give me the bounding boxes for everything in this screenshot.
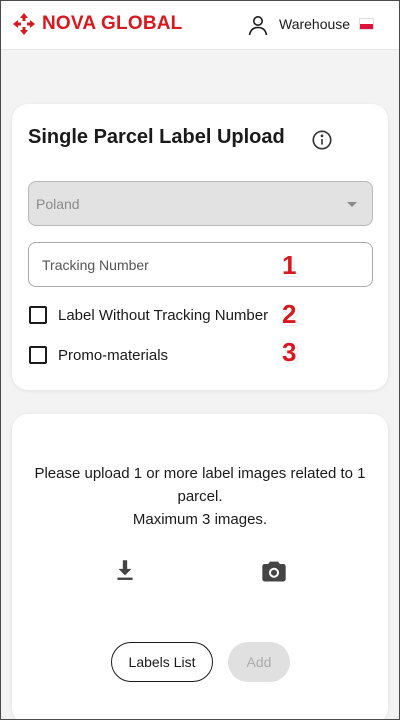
single-parcel-form-card: Single Parcel Label Upload Poland Label … — [12, 104, 388, 390]
add-button[interactable]: Add — [228, 642, 290, 682]
nova-logo-icon — [13, 13, 35, 35]
label-without-tracking-row[interactable]: Label Without Tracking Number — [29, 305, 268, 325]
user-role-label[interactable]: Warehouse — [279, 16, 350, 32]
annotation-marker-2: 2 — [282, 299, 297, 329]
label-without-tracking-checkbox[interactable] — [29, 306, 47, 324]
download-icon[interactable] — [112, 557, 138, 583]
upload-instructions: Please upload 1 or more label images rel… — [12, 462, 388, 531]
promo-materials-row[interactable]: Promo-materials — [29, 345, 168, 365]
label-upload-card: Please upload 1 or more label images rel… — [12, 414, 388, 720]
brand-logo[interactable]: NOVA GLOBAL — [12, 12, 182, 36]
user-icon[interactable] — [246, 13, 270, 37]
annotation-marker-1: 1 — [282, 250, 297, 280]
labels-list-button[interactable]: Labels List — [111, 642, 213, 682]
country-select[interactable]: Poland — [28, 181, 373, 226]
label-without-tracking-label[interactable]: Label Without Tracking Number — [58, 307, 268, 324]
pl-flag-icon[interactable] — [359, 18, 374, 30]
tracking-number-input[interactable] — [28, 242, 373, 287]
app-header: NOVA GLOBAL Warehouse — [0, 0, 400, 50]
annotation-marker-3: 3 — [282, 337, 297, 367]
country-select-value: Poland — [36, 196, 80, 212]
brand-name: NOVA GLOBAL — [42, 13, 183, 34]
chevron-down-icon — [347, 202, 357, 207]
promo-materials-checkbox[interactable] — [29, 346, 47, 364]
camera-icon[interactable] — [260, 557, 288, 585]
page-title: Single Parcel Label Upload — [28, 126, 285, 148]
info-icon[interactable] — [311, 129, 333, 151]
upload-instructions-line: Please upload 1 or more label images rel… — [34, 465, 366, 505]
promo-materials-label[interactable]: Promo-materials — [58, 347, 168, 364]
upload-limit-line: Maximum 3 images. — [132, 511, 268, 528]
